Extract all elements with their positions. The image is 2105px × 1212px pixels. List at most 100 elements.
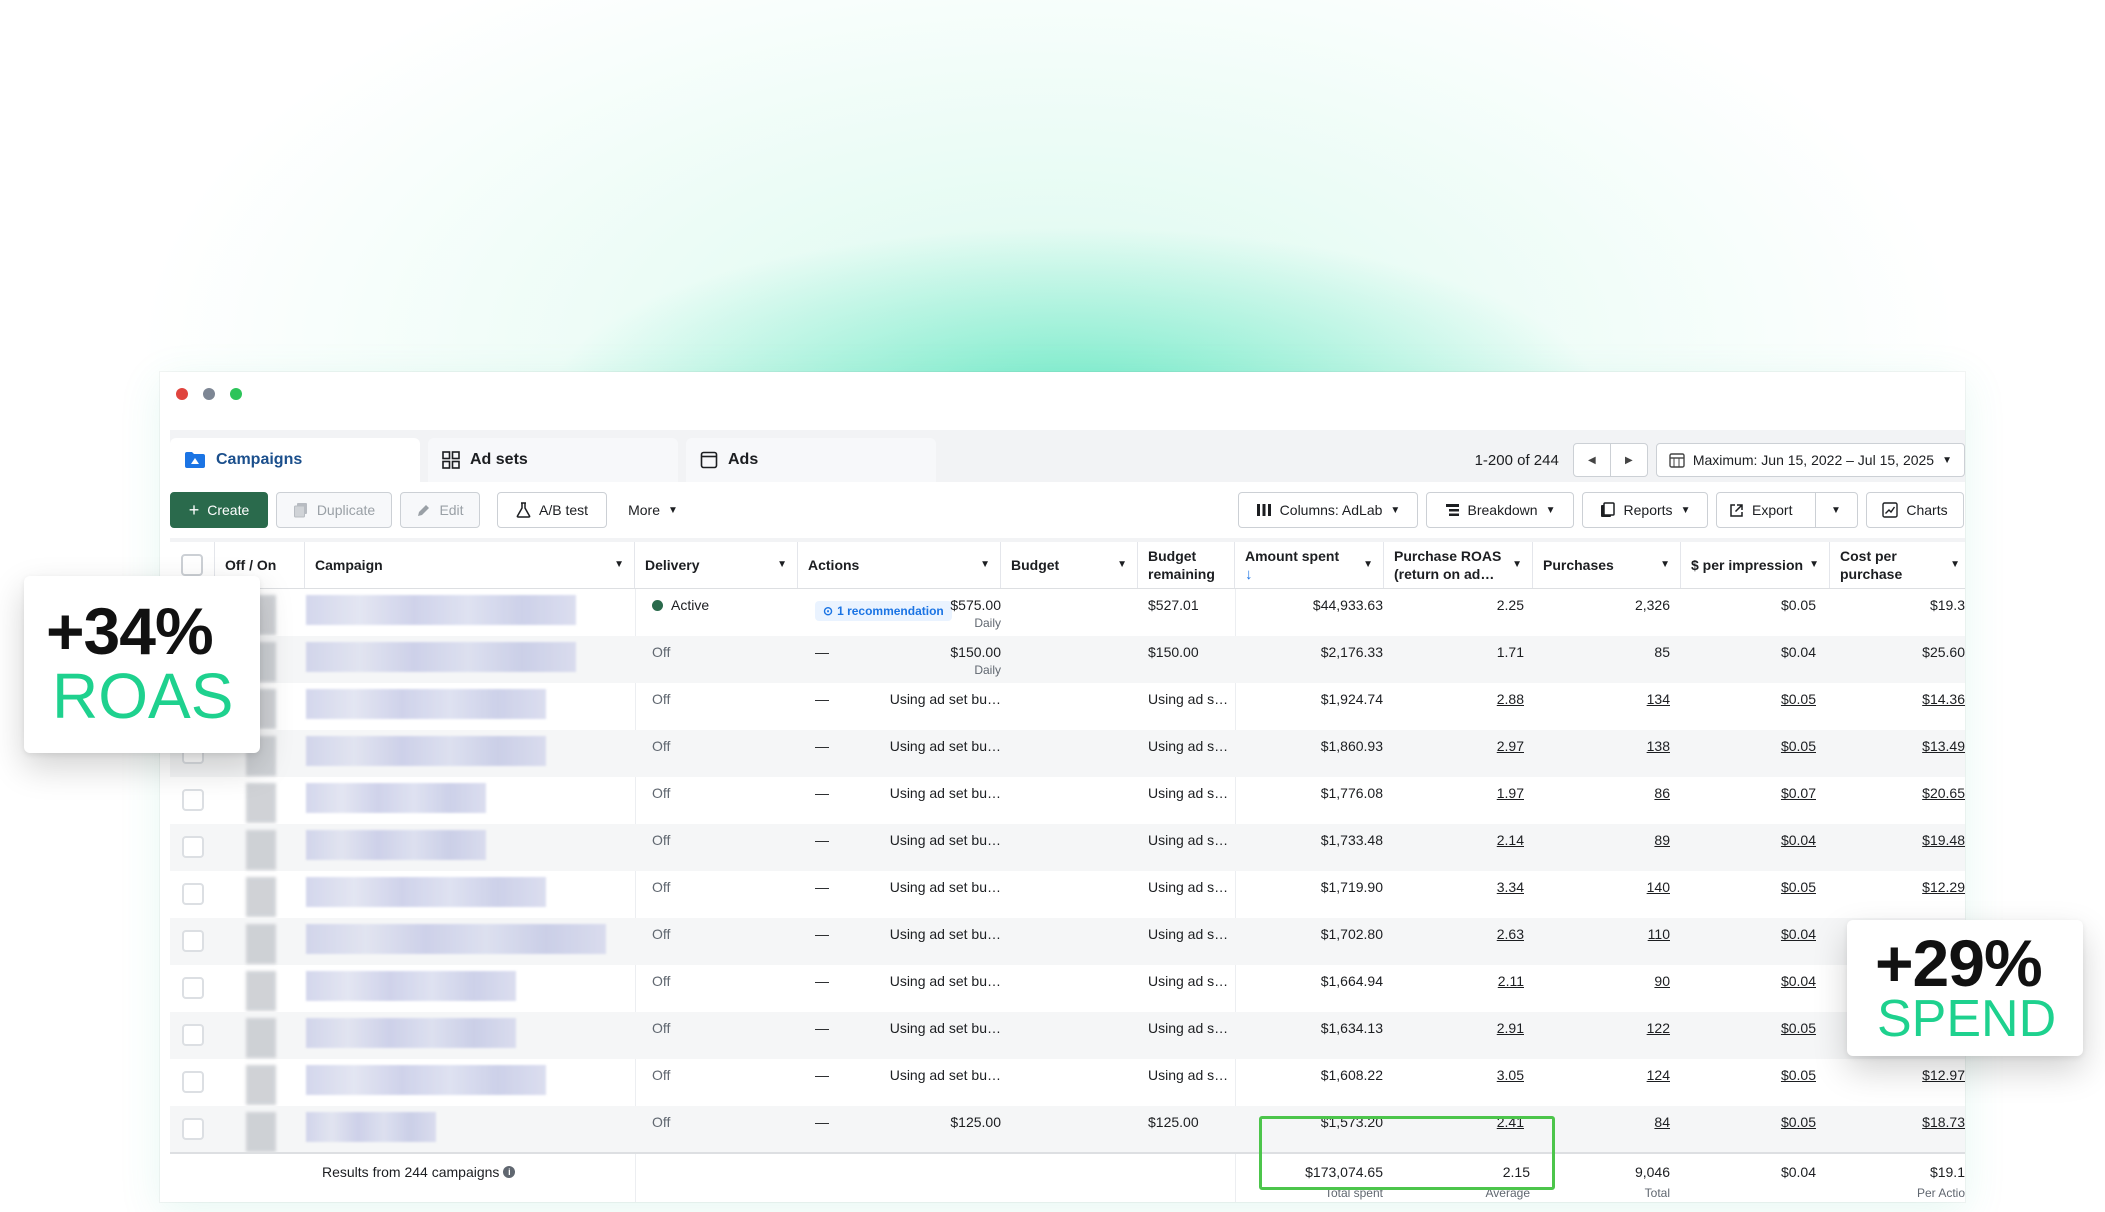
roas-cell[interactable]: 2.88 xyxy=(1497,691,1524,707)
minimize-dot[interactable] xyxy=(203,388,215,400)
campaign-name-redacted[interactable] xyxy=(306,1018,516,1048)
sort-caret-icon[interactable]: ▼ xyxy=(980,556,990,574)
more-button[interactable]: More ▼ xyxy=(615,492,691,528)
date-range-picker[interactable]: Maximum: Jun 15, 2022 – Jul 15, 2025 ▼ xyxy=(1655,443,1965,477)
charts-button[interactable]: Charts xyxy=(1866,492,1964,528)
per-impression-cell[interactable]: $0.05 xyxy=(1781,738,1816,754)
campaign-name-redacted[interactable] xyxy=(306,783,486,813)
col-roas[interactable]: Purchase ROAS (return on ad… ▼ xyxy=(1384,542,1533,588)
col-campaign[interactable]: Campaign ▼ xyxy=(305,542,635,588)
roas-cell[interactable]: 2.14 xyxy=(1497,832,1524,848)
campaign-name-redacted[interactable] xyxy=(306,642,576,672)
purchases-cell[interactable]: 140 xyxy=(1647,879,1670,895)
row-checkbox[interactable] xyxy=(182,789,204,811)
row-checkbox[interactable] xyxy=(182,1071,204,1093)
cost-per-purchase-cell[interactable]: $13.49 xyxy=(1922,738,1965,754)
campaign-name-redacted[interactable] xyxy=(306,830,486,860)
edit-button[interactable]: Edit xyxy=(400,492,480,528)
table-row[interactable]: Off — Using ad set bu… Using ad s… $1,733.48… xyxy=(170,824,1965,871)
roas-cell[interactable]: 2.11 xyxy=(1498,973,1524,989)
roas-cell[interactable]: 2.63 xyxy=(1497,926,1524,942)
per-impression-cell[interactable]: $0.07 xyxy=(1781,785,1816,801)
info-icon[interactable]: i xyxy=(503,1166,516,1178)
sort-caret-icon[interactable]: ▼ xyxy=(1512,556,1522,574)
status-toggle[interactable] xyxy=(246,924,276,964)
duplicate-button[interactable]: Duplicate xyxy=(276,492,392,528)
status-toggle[interactable] xyxy=(246,877,276,917)
table-row[interactable]: Off — Using ad set bu… Using ad s… $1,719.90… xyxy=(170,871,1965,918)
columns-button[interactable]: Columns: AdLab ▼ xyxy=(1238,492,1418,528)
tab-ad-sets[interactable]: Ad sets xyxy=(428,438,678,482)
table-row[interactable]: Off — Using ad set bu… Using ad s… $1,608.22… xyxy=(170,1059,1965,1106)
sort-caret-icon[interactable]: ▼ xyxy=(1950,556,1960,574)
cost-per-purchase-cell[interactable]: $12.97 xyxy=(1922,1067,1965,1083)
create-button[interactable]: + Create xyxy=(170,492,268,528)
row-checkbox[interactable] xyxy=(182,930,204,952)
purchases-cell[interactable]: 134 xyxy=(1647,691,1670,707)
col-budget[interactable]: Budget ▼ xyxy=(1001,542,1138,588)
cost-per-purchase-cell[interactable]: $18.73 xyxy=(1922,1114,1965,1130)
recommendation-pill[interactable]: ⊙ 1 recommendation xyxy=(815,601,952,621)
cost-per-purchase-cell[interactable]: $19.48 xyxy=(1922,832,1965,848)
row-checkbox[interactable] xyxy=(182,1118,204,1140)
sort-caret-icon[interactable]: ▼ xyxy=(1117,556,1127,574)
table-row[interactable]: Off — Using ad set bu… Using ad s… $1,664.94… xyxy=(170,965,1965,1012)
table-row[interactable]: Active ⊙ 1 recommendation $575.00 Daily $527.… xyxy=(170,589,1965,636)
tab-ads[interactable]: Ads xyxy=(686,438,936,482)
cost-per-purchase-cell[interactable]: $20.65 xyxy=(1922,785,1965,801)
table-row[interactable]: Off — $150.00 Daily $150.00 $2,176.33 1.71 85 $0… xyxy=(170,636,1965,683)
per-impression-cell[interactable]: $0.04 xyxy=(1781,973,1816,989)
cost-per-purchase-cell[interactable]: $12.29 xyxy=(1922,879,1965,895)
campaign-name-redacted[interactable] xyxy=(306,689,546,719)
col-budget-remaining[interactable]: Budget remaining xyxy=(1138,542,1235,588)
status-toggle[interactable] xyxy=(246,1018,276,1058)
col-purchases[interactable]: Purchases ▼ xyxy=(1533,542,1681,588)
breakdown-button[interactable]: Breakdown ▼ xyxy=(1426,492,1574,528)
status-toggle[interactable] xyxy=(246,971,276,1011)
purchases-cell[interactable]: 122 xyxy=(1647,1020,1670,1036)
cost-per-purchase-cell[interactable]: $14.36 xyxy=(1922,691,1965,707)
per-impression-cell[interactable]: $0.04 xyxy=(1781,926,1816,942)
purchases-cell[interactable]: 90 xyxy=(1654,973,1670,989)
reports-button[interactable]: Reports ▼ xyxy=(1582,492,1708,528)
purchases-cell[interactable]: 84 xyxy=(1654,1114,1670,1130)
status-toggle[interactable] xyxy=(246,1065,276,1105)
campaign-name-redacted[interactable] xyxy=(306,1065,546,1095)
table-row[interactable]: Off — Using ad set bu… Using ad s… $1,776.08… xyxy=(170,777,1965,824)
export-button[interactable]: Export ▼ xyxy=(1716,492,1858,528)
col-actions[interactable]: Actions ▼ xyxy=(798,542,1001,588)
per-impression-cell[interactable]: $0.05 xyxy=(1781,1067,1816,1083)
sort-caret-icon[interactable]: ▼ xyxy=(1809,556,1819,574)
ab-test-button[interactable]: A/B test xyxy=(497,492,607,528)
campaign-name-redacted[interactable] xyxy=(306,924,606,954)
purchases-cell[interactable]: 138 xyxy=(1647,738,1670,754)
status-toggle[interactable] xyxy=(246,1112,276,1152)
table-row[interactable]: Off — Using ad set bu… Using ad s… $1,924.74… xyxy=(170,683,1965,730)
purchases-cell[interactable]: 110 xyxy=(1648,926,1670,942)
per-impression-cell[interactable]: $0.05 xyxy=(1781,691,1816,707)
roas-cell[interactable]: 1.97 xyxy=(1497,785,1524,801)
row-checkbox[interactable] xyxy=(182,836,204,858)
col-delivery[interactable]: Delivery ▼ xyxy=(635,542,798,588)
campaign-name-redacted[interactable] xyxy=(306,877,546,907)
per-impression-cell[interactable]: $0.05 xyxy=(1781,1020,1816,1036)
per-impression-cell[interactable]: $0.05 xyxy=(1781,879,1816,895)
campaign-name-redacted[interactable] xyxy=(306,1112,436,1142)
close-dot[interactable] xyxy=(176,388,188,400)
purchases-cell[interactable]: 86 xyxy=(1654,785,1670,801)
maximize-dot[interactable] xyxy=(230,388,242,400)
sort-caret-icon[interactable]: ▼ xyxy=(777,556,787,574)
next-page-button[interactable]: ▶ xyxy=(1609,443,1648,477)
roas-cell[interactable]: 2.97 xyxy=(1497,738,1524,754)
sort-caret-icon[interactable]: ▼ xyxy=(1660,556,1670,574)
sort-caret-icon[interactable]: ▼ xyxy=(614,556,624,574)
campaign-name-redacted[interactable] xyxy=(306,736,546,766)
campaign-name-redacted[interactable] xyxy=(306,595,576,625)
prev-page-button[interactable]: ◀ xyxy=(1572,443,1611,477)
per-impression-cell[interactable]: $0.04 xyxy=(1781,832,1816,848)
roas-cell[interactable]: 3.34 xyxy=(1497,879,1524,895)
select-all-checkbox[interactable] xyxy=(181,554,203,576)
roas-cell[interactable]: 3.05 xyxy=(1497,1067,1524,1083)
table-row[interactable]: Off — $125.00 $125.00 $1,573.20 2.41 84 $0.05 $1… xyxy=(170,1106,1965,1152)
per-impression-cell[interactable]: $0.05 xyxy=(1781,1114,1816,1130)
